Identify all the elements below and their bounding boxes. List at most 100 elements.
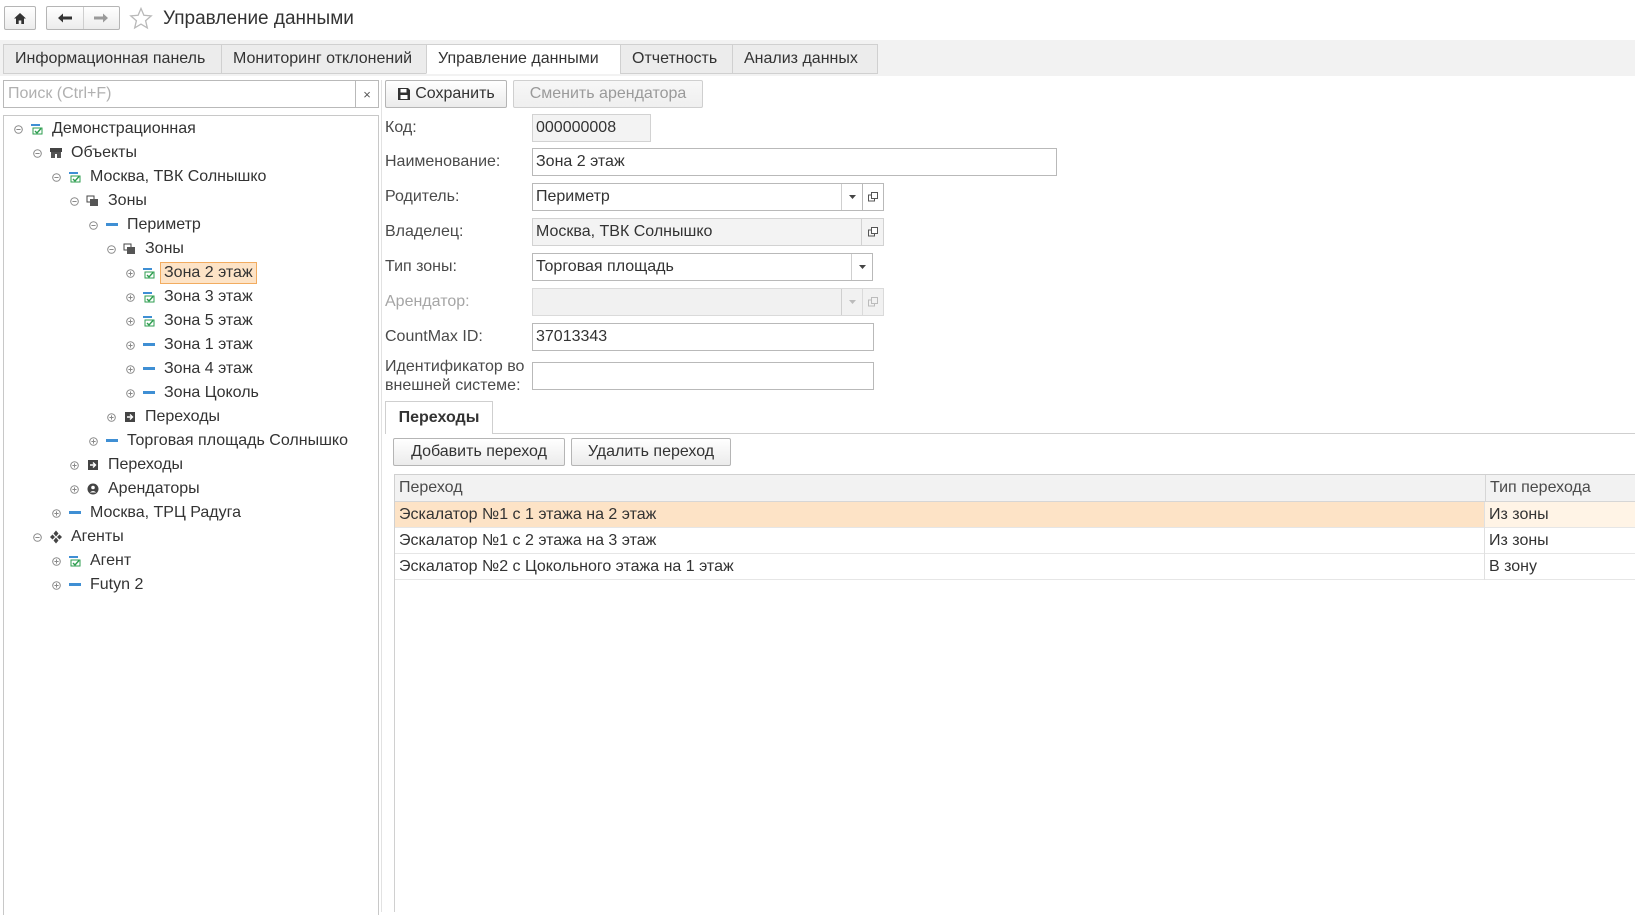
owner-field[interactable]: Москва, ТВК Солнышко: [532, 218, 884, 246]
collapse-icon[interactable]: [102, 237, 120, 261]
table-cell-transition-type: Из зоны: [1489, 532, 1549, 549]
collapse-icon[interactable]: [28, 141, 46, 165]
tree-item[interactable]: Периметр: [84, 213, 205, 237]
expand-icon[interactable]: [121, 357, 139, 381]
tab-data-management[interactable]: Управление данными: [426, 44, 621, 74]
tree-item[interactable]: Зоны: [65, 189, 151, 213]
code-field[interactable]: 000000008: [532, 114, 651, 142]
table-cell-transition-type: Из зоны: [1485, 502, 1635, 527]
name-field[interactable]: Зона 2 этаж: [532, 148, 1057, 176]
expand-icon[interactable]: [47, 549, 65, 573]
tree-item-label: Объекты: [71, 144, 137, 161]
expand-icon[interactable]: [47, 573, 65, 597]
chevron-down-icon: [848, 300, 856, 304]
search-box: ×: [3, 80, 379, 108]
expand-icon[interactable]: [65, 453, 83, 477]
tree-item[interactable]: Демонстрационная: [9, 117, 200, 141]
tree-item[interactable]: Агент: [47, 549, 135, 573]
zone-type-field[interactable]: Торговая площадь: [532, 253, 873, 281]
parent-field[interactable]: Периметр: [532, 183, 863, 211]
table-row[interactable]: Эскалатор №2 с Цокольного этажа на 1 эта…: [395, 554, 1635, 580]
table-row[interactable]: Эскалатор №1 с 1 этажа на 2 этаж Из зоны: [395, 502, 1635, 528]
expand-icon[interactable]: [121, 309, 139, 333]
expand-icon[interactable]: [102, 405, 120, 429]
table-cell-transition: Эскалатор №2 с Цокольного этажа на 1 эта…: [399, 558, 734, 575]
green-folder-icon: [139, 285, 158, 309]
tree-item[interactable]: Зона 1 этаж: [121, 333, 257, 357]
collapse-icon[interactable]: [9, 117, 27, 141]
tab-transitions[interactable]: Переходы: [385, 401, 493, 434]
tree-item[interactable]: Зоны: [102, 237, 188, 261]
section-tabs: Информационная панель Мониторинг отклоне…: [0, 40, 1635, 76]
owner-label: Владелец:: [385, 223, 464, 240]
tree-item[interactable]: Торговая площадь Солнышко: [84, 429, 352, 453]
delete-transition-button[interactable]: Удалить переход: [571, 438, 731, 466]
zone-type-dropdown-button[interactable]: [851, 254, 872, 280]
inner-tab-strip: [385, 433, 1635, 434]
zone-type-label: Тип зоны:: [385, 258, 457, 275]
tab-info-panel[interactable]: Информационная панель: [3, 44, 222, 74]
tree-item[interactable]: Москва, ТВК Солнышко: [47, 165, 270, 189]
table-row[interactable]: Эскалатор №1 с 2 этажа на 3 этаж Из зоны: [395, 528, 1635, 554]
expand-icon[interactable]: [121, 381, 139, 405]
expand-icon[interactable]: [121, 285, 139, 309]
tree-item[interactable]: Зона 2 этаж: [121, 261, 257, 285]
search-input[interactable]: [4, 81, 356, 107]
collapse-icon[interactable]: [47, 165, 65, 189]
expand-icon[interactable]: [121, 261, 139, 285]
tenant-open-button[interactable]: [862, 288, 884, 316]
pane-splitter[interactable]: [381, 80, 382, 912]
external-id-field[interactable]: [532, 362, 874, 390]
home-button[interactable]: [4, 6, 36, 30]
tree-item[interactable]: Москва, ТРЦ Радуга: [47, 501, 245, 525]
tree-item[interactable]: Арендаторы: [65, 477, 204, 501]
back-button[interactable]: [47, 7, 83, 29]
tree-item-label: Зона 3 этаж: [164, 288, 253, 305]
tab-data-analysis[interactable]: Анализ данных: [732, 44, 878, 74]
column-header-transition[interactable]: Переход: [395, 475, 1484, 501]
tree-item-label: Москва, ТВК Солнышко: [90, 168, 267, 185]
tab-reports[interactable]: Отчетность: [620, 44, 733, 74]
stack-icon: [120, 237, 139, 261]
green-folder-icon: [65, 165, 84, 189]
tree-item[interactable]: Зона 5 этаж: [121, 309, 257, 333]
open-external-icon: [868, 297, 878, 307]
tree-item[interactable]: Переходы: [65, 453, 187, 477]
collapse-icon[interactable]: [65, 189, 83, 213]
favorite-star-icon[interactable]: [129, 7, 153, 30]
tenant-field[interactable]: [532, 288, 863, 316]
tenant-dropdown-button[interactable]: [841, 289, 862, 315]
forward-button[interactable]: [82, 7, 120, 29]
owner-open-button[interactable]: [861, 219, 883, 245]
parent-dropdown-button[interactable]: [841, 184, 862, 210]
column-separator: [1484, 502, 1485, 580]
expand-icon[interactable]: [121, 333, 139, 357]
top-bar: Управление данными: [0, 0, 1635, 40]
external-id-label-line1: Идентификатор во: [385, 358, 525, 375]
table-cell-transition: Эскалатор №1 с 1 этажа на 2 этаж: [399, 506, 657, 523]
tree-item[interactable]: Агенты: [28, 525, 128, 549]
change-tenant-button[interactable]: Сменить арендатора: [513, 80, 703, 108]
save-button[interactable]: Сохранить: [385, 80, 507, 108]
expand-icon[interactable]: [47, 501, 65, 525]
green-folder-icon: [65, 549, 84, 573]
tree-item[interactable]: Futyn 2: [47, 573, 147, 597]
countmax-field[interactable]: 37013343: [532, 323, 874, 351]
column-header-transition-type[interactable]: Тип перехода: [1485, 475, 1635, 501]
open-external-icon: [868, 192, 878, 202]
tree-item[interactable]: Зона Цоколь: [121, 381, 263, 405]
collapse-icon[interactable]: [84, 213, 102, 237]
expand-icon[interactable]: [65, 477, 83, 501]
tab-deviation-monitoring[interactable]: Мониторинг отклонений: [221, 44, 427, 74]
tree-item[interactable]: Объекты: [28, 141, 141, 165]
expand-icon[interactable]: [84, 429, 102, 453]
search-clear-button[interactable]: ×: [355, 81, 378, 107]
add-transition-button[interactable]: Добавить переход: [393, 438, 565, 466]
tree-item[interactable]: Зона 4 этаж: [121, 357, 257, 381]
collapse-icon[interactable]: [28, 525, 46, 549]
tree-item[interactable]: Переходы: [102, 405, 224, 429]
tree-item[interactable]: Зона 3 этаж: [121, 285, 257, 309]
table-cell-transition: Эскалатор №1 с 2 этажа на 3 этаж: [399, 532, 657, 549]
home-icon: [14, 12, 26, 24]
parent-open-button[interactable]: [862, 183, 884, 211]
